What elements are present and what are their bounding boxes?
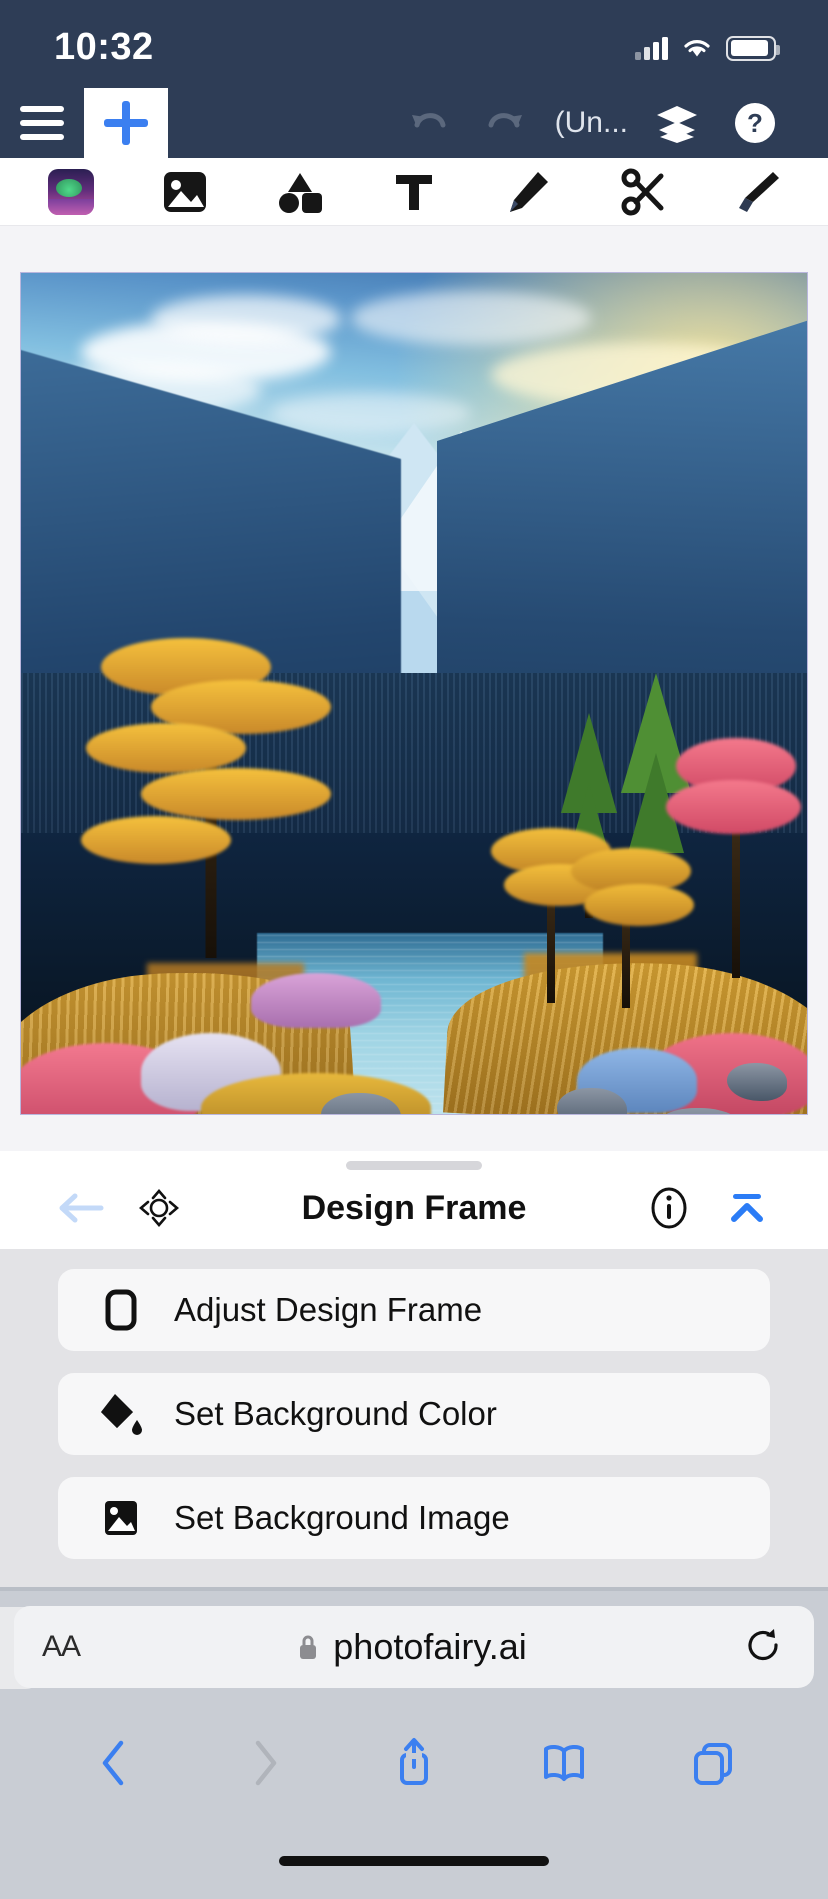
scissors-icon xyxy=(621,168,664,215)
bookmarks-book-icon xyxy=(543,1744,584,1781)
option-adjust-design-frame[interactable]: Adjust Design Frame xyxy=(58,1269,770,1351)
safari-toolbar xyxy=(0,1703,828,1823)
text-t-icon xyxy=(395,174,432,210)
sheet-info-button[interactable] xyxy=(630,1169,708,1247)
tool-draw[interactable] xyxy=(485,161,571,223)
design-frame-sheet: Design Frame Adjust Design Frame Set Bac… xyxy=(0,1151,828,1587)
option-label: Set Background Color xyxy=(174,1395,497,1432)
tool-strip xyxy=(0,158,828,226)
landscape-thumbnail-icon xyxy=(48,168,95,215)
option-label: Set Background Image xyxy=(174,1499,510,1536)
layers-stack-icon xyxy=(657,106,697,143)
hamburger-menu-icon[interactable] xyxy=(0,88,84,158)
undo-arrow-icon xyxy=(411,113,446,128)
sheet-header: Design Frame xyxy=(0,1167,828,1249)
text-size-label: AA xyxy=(42,1630,81,1663)
lock-icon xyxy=(300,1635,317,1659)
tool-cut[interactable] xyxy=(600,161,686,223)
reload-button[interactable] xyxy=(742,1625,786,1669)
status-bar: 10:32 xyxy=(0,0,828,88)
safari-url-row: AA photofairy.ai xyxy=(0,1591,828,1703)
sheet-move-button[interactable] xyxy=(120,1169,198,1247)
paintbrush-icon xyxy=(738,171,779,212)
forward-chevron-icon xyxy=(256,1740,277,1786)
option-set-background-image[interactable]: Set Background Image xyxy=(58,1477,770,1559)
back-chevron-icon xyxy=(102,1740,124,1786)
url-text: photofairy.ai xyxy=(333,1626,527,1667)
add-new-button[interactable] xyxy=(84,88,168,158)
home-indicator[interactable] xyxy=(279,1856,549,1866)
address-bar[interactable]: AA photofairy.ai xyxy=(14,1606,814,1688)
help-button[interactable]: ? xyxy=(716,88,794,158)
app-bar-actions: (Un... ? xyxy=(389,88,828,158)
text-size-button[interactable]: AA xyxy=(42,1630,81,1664)
photo-icon xyxy=(92,1494,150,1542)
tool-image[interactable] xyxy=(142,161,228,223)
document-title[interactable]: (Un... xyxy=(545,106,638,140)
tool-paint[interactable] xyxy=(714,161,800,223)
cellular-signal-icon xyxy=(635,36,668,60)
browser-back-button[interactable] xyxy=(72,1720,158,1806)
option-set-background-color[interactable]: Set Background Color xyxy=(58,1373,770,1455)
sheet-collapse-button[interactable] xyxy=(708,1169,786,1247)
share-button[interactable] xyxy=(371,1720,457,1806)
tool-text[interactable] xyxy=(371,161,457,223)
artboard[interactable] xyxy=(20,272,808,1115)
question-mark-help-icon: ? xyxy=(735,103,775,143)
battery-icon xyxy=(726,35,780,61)
move-diamond-icon xyxy=(139,1189,179,1227)
tool-design-thumbnail[interactable] xyxy=(28,161,114,223)
safari-browser-chrome: AA photofairy.ai xyxy=(0,1587,828,1899)
photo-icon xyxy=(164,171,207,212)
undo-button[interactable] xyxy=(389,88,467,158)
reload-icon xyxy=(748,1629,778,1661)
collapse-chevron-up-icon xyxy=(731,1194,763,1222)
back-arrow-icon xyxy=(59,1193,104,1223)
status-indicators xyxy=(635,35,780,61)
artwork-landscape-painting xyxy=(21,273,807,1114)
redo-button[interactable] xyxy=(467,88,545,158)
layers-button[interactable] xyxy=(638,88,716,158)
sheet-options-list: Adjust Design Frame Set Background Color xyxy=(0,1249,828,1587)
tabs-button[interactable] xyxy=(670,1720,756,1806)
rounded-rectangle-icon xyxy=(92,1286,150,1334)
canvas-area[interactable] xyxy=(0,226,828,1151)
browser-forward-button[interactable] xyxy=(221,1720,307,1806)
bookmarks-button[interactable] xyxy=(521,1720,607,1806)
redo-arrow-icon xyxy=(488,113,522,128)
tool-shapes[interactable] xyxy=(257,161,343,223)
app-toolbar: (Un... ? xyxy=(0,88,828,158)
wifi-icon xyxy=(682,36,712,60)
plus-icon xyxy=(104,101,148,145)
info-circle-icon xyxy=(651,1187,687,1229)
paint-bucket-icon xyxy=(92,1390,150,1438)
sheet-back-button[interactable] xyxy=(42,1169,120,1247)
share-icon xyxy=(399,1738,428,1785)
svg-text:?: ? xyxy=(747,108,763,138)
sheet-grabber-area[interactable] xyxy=(0,1151,828,1170)
url-display[interactable]: photofairy.ai xyxy=(80,1626,742,1668)
option-label: Adjust Design Frame xyxy=(174,1291,483,1328)
shapes-icon xyxy=(278,172,322,213)
status-time: 10:32 xyxy=(54,25,154,68)
tabs-icon xyxy=(694,1743,733,1785)
home-indicator-area xyxy=(0,1823,828,1899)
pencil-icon xyxy=(510,171,549,212)
